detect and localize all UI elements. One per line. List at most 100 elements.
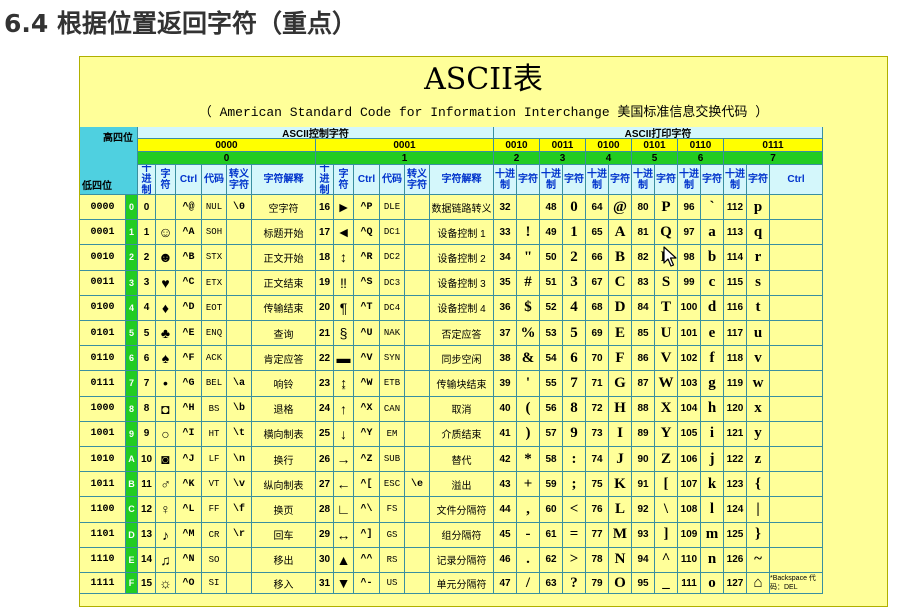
row-low-index: D: [126, 522, 138, 548]
symbol-cell: ○: [156, 421, 176, 447]
decimal-cell: 113: [724, 220, 747, 246]
col-header: 十进制: [540, 165, 563, 195]
high-index-6: 6: [678, 152, 724, 165]
section-heading: 6.4 根据位置返回字符（重点）: [4, 9, 357, 38]
escape-cell: [227, 321, 252, 347]
code-cell: ENQ: [202, 321, 227, 347]
col-header: 字符: [156, 165, 176, 195]
escape-cell: [405, 371, 430, 397]
symbol-cell: ↔: [334, 522, 354, 548]
ctrl-cell: [770, 396, 823, 422]
high-index-0: 0: [138, 152, 316, 165]
ctrl-cell: [770, 547, 823, 573]
escape-cell: [405, 220, 430, 246]
description-cell: 纵向制表: [252, 472, 316, 498]
decimal-cell: 13: [138, 522, 156, 548]
char-cell: 6: [563, 346, 586, 372]
decimal-cell: 110: [678, 547, 701, 573]
col-header: 十进制: [632, 165, 655, 195]
symbol-cell: ♂: [156, 472, 176, 498]
char-cell: R: [655, 245, 678, 271]
decimal-cell: 70: [586, 346, 609, 372]
symbol-cell: ↑: [334, 396, 354, 422]
ctrl-cell: ^E: [176, 321, 202, 347]
row-low-index: 4: [126, 295, 138, 321]
corner-header: 高四位 低四位: [80, 127, 138, 195]
char-cell: z: [747, 447, 770, 473]
ctrl-cell: [770, 371, 823, 397]
row-low-bits: 1010: [80, 447, 126, 473]
group-header-print: ASCII打印字符: [494, 127, 823, 139]
char-cell: f: [701, 346, 724, 372]
symbol-cell: ◄: [334, 220, 354, 246]
decimal-cell: 98: [678, 245, 701, 271]
ctrl-cell: ^\: [354, 497, 380, 523]
char-cell: N: [609, 547, 632, 573]
decimal-cell: 57: [540, 421, 563, 447]
ctrl-cell: [770, 346, 823, 372]
symbol-cell: ♣: [156, 321, 176, 347]
decimal-cell: 74: [586, 447, 609, 473]
description-cell: 设备控制 1: [430, 220, 494, 246]
col-header: 字符: [655, 165, 678, 195]
char-cell: q: [747, 220, 770, 246]
decimal-cell: 90: [632, 447, 655, 473]
decimal-cell: 78: [586, 547, 609, 573]
code-cell: DC2: [380, 245, 405, 271]
row-low-bits: 0100: [80, 295, 126, 321]
description-cell: 正文结束: [252, 270, 316, 296]
escape-cell: [227, 270, 252, 296]
decimal-cell: 109: [678, 522, 701, 548]
char-cell: k: [701, 472, 724, 498]
high-index-3: 3: [540, 152, 586, 165]
decimal-cell: 95: [632, 573, 655, 594]
ctrl-cell: [770, 270, 823, 296]
decimal-cell: 125: [724, 522, 747, 548]
ctrl-cell: ^[: [354, 472, 380, 498]
description-cell: 取消: [430, 396, 494, 422]
decimal-cell: 115: [724, 270, 747, 296]
char-cell: h: [701, 396, 724, 422]
char-cell: 3: [563, 270, 586, 296]
code-cell: NUL: [202, 195, 227, 221]
description-cell: 溢出: [430, 472, 494, 498]
code-cell: BEL: [202, 371, 227, 397]
ctrl-cell: ^J: [176, 447, 202, 473]
decimal-cell: 101: [678, 321, 701, 347]
decimal-cell: 87: [632, 371, 655, 397]
description-cell: 响铃: [252, 371, 316, 397]
decimal-cell: 76: [586, 497, 609, 523]
decimal-cell: 99: [678, 270, 701, 296]
decimal-cell: 61: [540, 522, 563, 548]
char-cell: [517, 195, 540, 221]
ctrl-cell: ^G: [176, 371, 202, 397]
char-cell: m: [701, 522, 724, 548]
row-low-index: 6: [126, 346, 138, 372]
char-cell: ]: [655, 522, 678, 548]
escape-cell: [405, 321, 430, 347]
code-cell: RS: [380, 547, 405, 573]
code-cell: DC3: [380, 270, 405, 296]
ctrl-cell: ^-: [354, 573, 380, 594]
decimal-cell: 64: [586, 195, 609, 221]
ctrl-cell: ^W: [354, 371, 380, 397]
decimal-cell: 53: [540, 321, 563, 347]
decimal-cell: 123: [724, 472, 747, 498]
row-low-index: 1: [126, 220, 138, 246]
high-bits-4: 0100: [586, 139, 632, 152]
decimal-cell: 35: [494, 270, 517, 296]
decimal-cell: 117: [724, 321, 747, 347]
char-cell: V: [655, 346, 678, 372]
symbol-cell: ☼: [156, 573, 176, 594]
char-cell: U: [655, 321, 678, 347]
code-cell: EOT: [202, 295, 227, 321]
decimal-cell: 16: [316, 195, 334, 221]
high-index-5: 5: [632, 152, 678, 165]
char-cell: ,: [517, 497, 540, 523]
code-cell: SOH: [202, 220, 227, 246]
escape-cell: [405, 396, 430, 422]
char-cell: }: [747, 522, 770, 548]
group-header-control: ASCII控制字符: [138, 127, 494, 139]
escape-cell: [227, 245, 252, 271]
decimal-cell: 6: [138, 346, 156, 372]
